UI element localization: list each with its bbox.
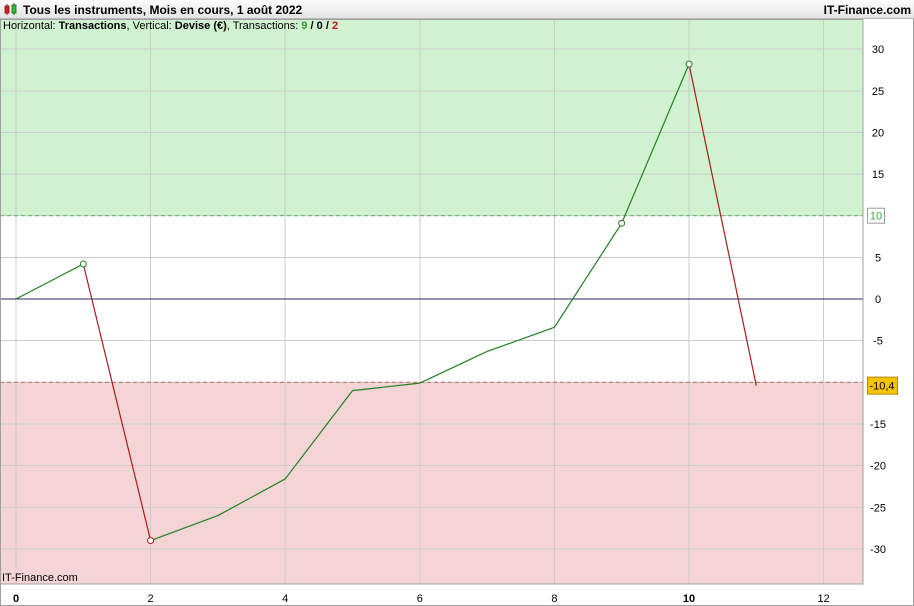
y-tick-label: -15 (870, 419, 886, 431)
series-segment (419, 350, 488, 384)
x-tick-label: 12 (817, 593, 829, 605)
data-point-marker (618, 219, 626, 227)
transactions-prefix: , Transactions: (226, 20, 302, 32)
data-point-marker (685, 60, 693, 68)
chart-plot: 302520151050-5-15-20-25-3010-10,40246810… (0, 0, 914, 606)
y-tick-label: -25 (870, 502, 886, 514)
y-tick-label: 25 (872, 86, 884, 98)
y-tick-label: 0 (875, 294, 881, 306)
last-value-label: -10,4 (869, 381, 894, 393)
x-tick-label: 0 (13, 593, 19, 605)
x-tick-label: 8 (551, 593, 557, 605)
y-tick-label: -20 (870, 461, 886, 473)
data-point-marker (147, 537, 155, 545)
watermark-label: IT-Finance.com (2, 572, 78, 584)
horizontal-prefix: Horizontal: (3, 20, 59, 32)
x-tick-label: 4 (282, 593, 288, 605)
chart-title: Tous les instruments, Mois en cours, 1 a… (23, 3, 303, 17)
candlestick-icon (4, 3, 17, 15)
x-tick-label: 10 (683, 593, 695, 605)
lower-zone (0, 382, 863, 584)
brand-label[interactable]: IT-Finance.com (824, 3, 911, 17)
y-tick-label: 5 (875, 252, 881, 264)
x-tick-label: 2 (148, 593, 154, 605)
vertical-prefix: , Vertical: (126, 20, 175, 32)
y-tick-label: 30 (872, 44, 884, 56)
upper-threshold-label: 10 (870, 211, 882, 223)
series-segment (553, 222, 623, 328)
losses-count: 2 (331, 20, 339, 32)
horizontal-value: Transactions (58, 20, 127, 32)
chart-window: 302520151050-5-15-20-25-3010-10,40246810… (0, 0, 914, 606)
series-segment (486, 326, 555, 353)
y-tick-label: -5 (873, 336, 883, 348)
separator: / (307, 20, 317, 32)
upper-zone (0, 19, 863, 216)
vertical-value: Devise (€) (174, 20, 227, 32)
series-segment (15, 263, 84, 300)
title-bar: Tous les instruments, Mois en cours, 1 a… (0, 0, 914, 19)
separator: / (322, 20, 332, 32)
data-point-marker (79, 260, 87, 268)
y-tick-label: 15 (872, 169, 884, 181)
x-tick-label: 6 (417, 593, 423, 605)
chart-subtitle: Horizontal: Transactions, Vertical: Devi… (3, 20, 338, 32)
y-tick-label: 20 (872, 127, 884, 139)
y-tick-label: -30 (870, 544, 886, 556)
